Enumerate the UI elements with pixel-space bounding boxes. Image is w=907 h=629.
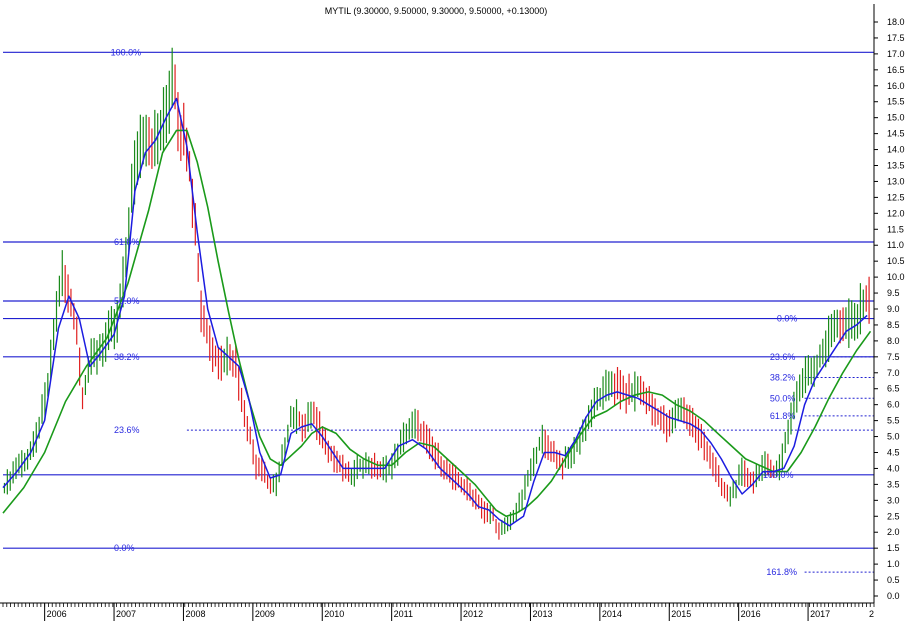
y-tick-label: 10.0 bbox=[887, 272, 905, 282]
x-year-label: 2016 bbox=[741, 609, 761, 619]
y-tick-label: 1.5 bbox=[887, 543, 900, 553]
fib-levels bbox=[3, 51, 874, 573]
y-tick-label: 11.5 bbox=[887, 224, 904, 234]
x-year-label: 2014 bbox=[602, 609, 622, 619]
moving-averages bbox=[2, 97, 872, 527]
level-label: 100.0% bbox=[111, 47, 142, 57]
y-tick-label: 0.5 bbox=[887, 575, 900, 585]
y-tick-label: 13.0 bbox=[887, 176, 905, 186]
level-label: 0.0% bbox=[114, 543, 135, 553]
y-tick-label: 14.5 bbox=[887, 129, 905, 139]
y-tick-label: 9.0 bbox=[887, 304, 900, 314]
x-year-label: 2013 bbox=[532, 609, 552, 619]
y-tick-label: 5.0 bbox=[887, 432, 900, 442]
y-tick-label: 3.0 bbox=[887, 495, 900, 505]
x-year-label: 2015 bbox=[671, 609, 691, 619]
x-year-label: 2007 bbox=[116, 609, 136, 619]
y-tick-label: 6.0 bbox=[887, 400, 900, 410]
y-tick-label: 2.0 bbox=[887, 527, 900, 537]
level-label: 38.2% bbox=[114, 352, 140, 362]
level-label: 161.8% bbox=[766, 567, 797, 577]
level-label: 50.0% bbox=[770, 393, 796, 403]
y-tick-label: 2.5 bbox=[887, 511, 900, 521]
y-tick-label: 1.0 bbox=[887, 559, 900, 569]
y-tick-label: 18.0 bbox=[887, 17, 905, 27]
y-tick-label: 14.0 bbox=[887, 145, 905, 155]
chart-title: MYTIL (9.30000, 9.50000, 9.30000, 9.5000… bbox=[325, 6, 548, 16]
chart-root: MYTIL (9.30000, 9.50000, 9.30000, 9.5000… bbox=[0, 0, 907, 624]
y-tick-label: 13.5 bbox=[887, 161, 905, 171]
x-year-label: 2009 bbox=[255, 609, 275, 619]
y-tick-label: 11.0 bbox=[887, 240, 904, 250]
x-year-label: 2017 bbox=[810, 609, 830, 619]
x-year-label: 2008 bbox=[185, 609, 205, 619]
y-tick-label: 17.0 bbox=[887, 49, 905, 59]
y-tick-label: 17.5 bbox=[887, 33, 905, 43]
level-label: 50.0% bbox=[114, 296, 140, 306]
level-label: 23.6% bbox=[770, 352, 796, 362]
level-label: 23.6% bbox=[114, 425, 140, 435]
x-trailing-label: 2 bbox=[869, 609, 874, 619]
moving-average-short-line bbox=[2, 97, 868, 527]
price-bars bbox=[3, 47, 870, 540]
y-tick-label: 16.5 bbox=[887, 65, 905, 75]
level-label: 0.0% bbox=[777, 314, 798, 324]
y-tick-label: 15.5 bbox=[887, 97, 905, 107]
y-tick-label: 0.0 bbox=[887, 591, 900, 601]
x-year-label: 2011 bbox=[394, 609, 413, 619]
level-label: 61.8% bbox=[770, 411, 796, 421]
y-tick-label: 12.0 bbox=[887, 208, 905, 218]
y-axis: 0.0 0.5 1.0 1.5 2.0 2.5 3.0 3.5 4.0 4.5 5.0 5.5 6.0 6… bbox=[873, 4, 905, 603]
y-tick-label: 15.0 bbox=[887, 113, 905, 123]
level-label: 38.2% bbox=[770, 373, 796, 383]
y-tick-label: 7.0 bbox=[887, 368, 900, 378]
fib-labels: 100.0% 61.8% 50.0% 0.0% 38.2% 100.0% 0.0% 23.6%… bbox=[111, 47, 798, 577]
level-label: 61.8% bbox=[114, 237, 140, 247]
y-tick-label: 7.5 bbox=[887, 352, 900, 362]
y-tick-label: 10.5 bbox=[887, 256, 905, 266]
moving-average-long-line bbox=[2, 129, 872, 518]
x-axis: 2006 2007 2008 2009 2010 2011 2012 2013 2014 2015… bbox=[0, 602, 875, 621]
y-tick-label: 16.0 bbox=[887, 81, 905, 91]
y-tick-label: 9.5 bbox=[887, 288, 900, 298]
level-label: 100.0% bbox=[763, 470, 794, 480]
y-tick-label: 4.5 bbox=[887, 448, 900, 458]
x-year-label: 2006 bbox=[47, 609, 67, 619]
y-tick-label: 6.5 bbox=[887, 384, 900, 394]
y-tick-label: 8.5 bbox=[887, 320, 900, 330]
x-year-label: 2012 bbox=[463, 609, 483, 619]
stock-chart: MYTIL (9.30000, 9.50000, 9.30000, 9.5000… bbox=[0, 4, 905, 621]
y-tick-label: 4.0 bbox=[887, 463, 900, 473]
y-tick-label: 8.0 bbox=[887, 336, 900, 346]
y-tick-label: 3.5 bbox=[887, 479, 900, 489]
y-tick-label: 12.5 bbox=[887, 192, 905, 202]
x-year-label: 2010 bbox=[324, 609, 344, 619]
y-tick-label: 5.5 bbox=[887, 416, 900, 426]
